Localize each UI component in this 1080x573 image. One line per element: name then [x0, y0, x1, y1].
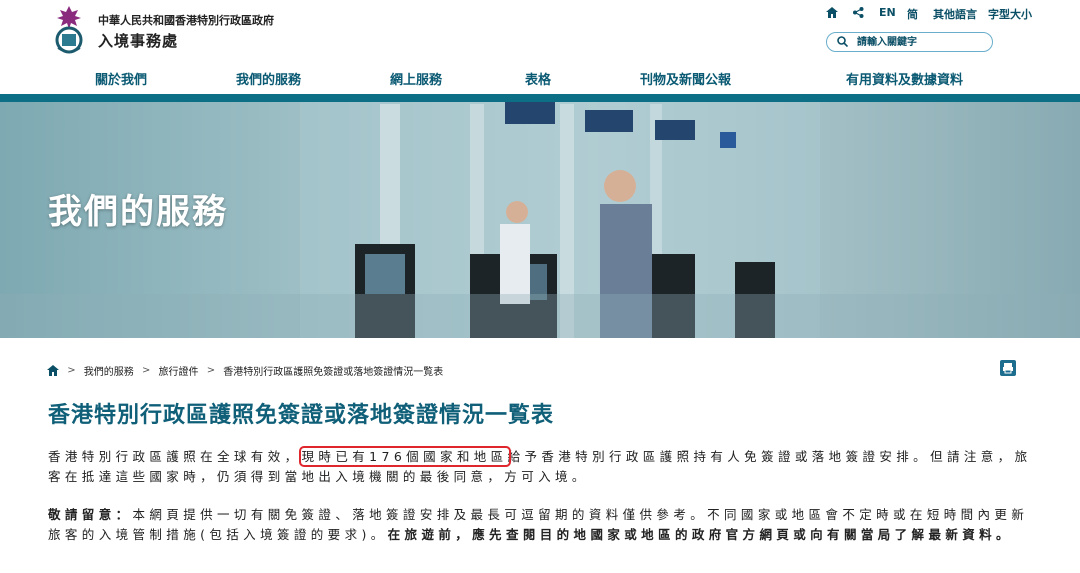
notice-lead: 敬請留意：	[48, 507, 133, 522]
breadcrumb-separator: >	[206, 365, 216, 376]
share-icon[interactable]	[853, 7, 864, 18]
page-title: 香港特別行政區護照免簽證或落地簽證情況一覧表	[48, 403, 555, 428]
nav-useful-info-statistics[interactable]: 有用資料及數據資料	[846, 69, 963, 88]
font-size-link[interactable]: 字型大小	[988, 6, 1032, 22]
notice-paragraph: 敬請留意：本網頁提供一切有關免簽證、落地簽證安排及最長可逗留期的資料僅供參考。不…	[48, 505, 1033, 545]
highlighted-country-count: 現時已有176個國家和地區	[298, 446, 511, 467]
other-languages-link[interactable]: 其他語言	[933, 6, 977, 22]
search-icon[interactable]	[837, 36, 848, 47]
breadcrumb-separator: >	[67, 365, 76, 376]
print-button[interactable]	[1000, 360, 1016, 376]
intro-text-start: 香港特別行政區護照在全球有效，	[48, 449, 302, 464]
government-name: 中華人民共和國香港特別行政區政府	[98, 14, 274, 27]
lang-sc-link[interactable]: 简	[907, 6, 918, 22]
search-input[interactable]	[857, 35, 987, 50]
breadcrumb-current: 香港特別行政區護照免簽證或落地簽證情況一覧表	[223, 367, 444, 378]
breadcrumb-item[interactable]: 我們的服務	[84, 363, 134, 378]
lang-en-link[interactable]: EN	[879, 6, 896, 19]
breadcrumb-separator: >	[141, 365, 151, 376]
nav-publications-press[interactable]: 刊物及新聞公報	[640, 69, 731, 88]
notice-advice: 在旅遊前，應先查閱目的地國家或地區的政府官方網頁或向有關當局了解最新資料。	[387, 527, 1013, 542]
hero-banner: 我們的服務	[0, 94, 1080, 338]
header: 中華人民共和國香港特別行政區政府 入境事務處 EN 简 其他語言 字型大小	[0, 0, 1080, 60]
print-icon	[1003, 363, 1013, 374]
nav-our-services[interactable]: 我們的服務	[236, 69, 301, 88]
nav-forms[interactable]: 表格	[525, 69, 551, 88]
banner-title: 我們的服務	[48, 192, 228, 232]
main-nav: 關於我們 我們的服務 網上服務 表格 刊物及新聞公報 有用資料及數據資料	[0, 66, 1080, 90]
intro-paragraph: 香港特別行政區護照在全球有效，現時已有176個國家和地區給予香港特別行政區護照持…	[48, 446, 1033, 487]
breadcrumb-item[interactable]: 旅行證件	[159, 363, 199, 378]
search-box[interactable]	[826, 32, 993, 52]
hkid-emblem-logo[interactable]	[48, 4, 90, 56]
nav-about-us[interactable]: 關於我們	[95, 69, 147, 88]
home-icon[interactable]	[826, 7, 838, 18]
home-icon[interactable]	[47, 365, 59, 376]
nav-online-services[interactable]: 網上服務	[390, 69, 442, 88]
department-name[interactable]: 入境事務處	[98, 30, 178, 51]
breadcrumb: > 我們的服務 > 旅行證件 > 香港特別行政區護照免簽證或落地簽證情況一覧表	[47, 363, 443, 379]
